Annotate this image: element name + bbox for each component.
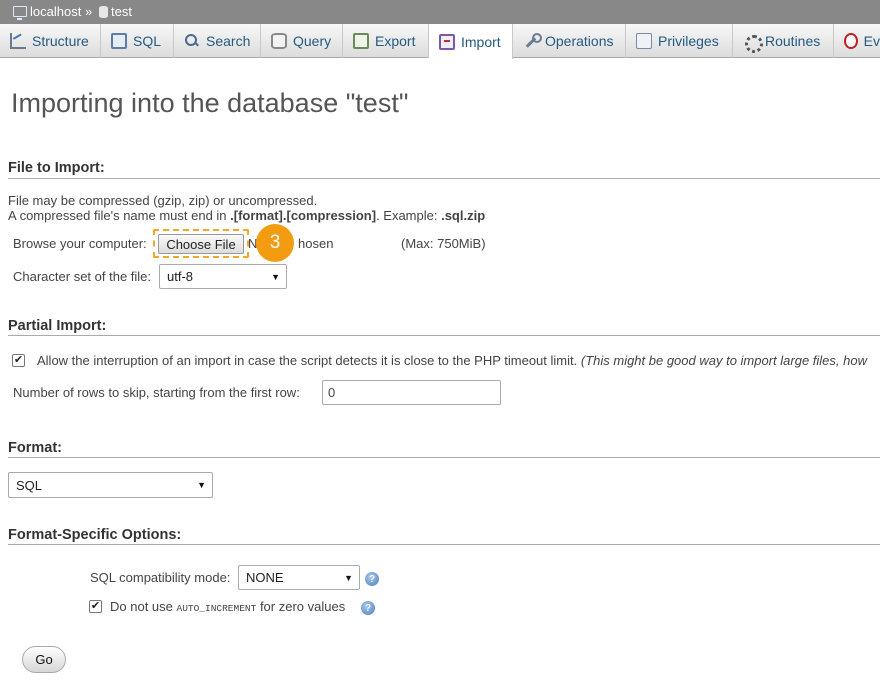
- structure-icon: [10, 33, 26, 49]
- tab-structure[interactable]: Structure: [0, 24, 101, 58]
- allow-interrupt-note: (This might be good way to import large …: [580, 353, 867, 368]
- database-icon: [99, 5, 108, 18]
- tab-export[interactable]: Export: [343, 24, 429, 58]
- filename-note-mid: . Example:: [376, 208, 442, 223]
- tab-label[interactable]: Operations: [545, 33, 613, 49]
- tab-label[interactable]: Query: [293, 33, 331, 49]
- choose-file-highlight: Choose File: [153, 229, 249, 258]
- tab-label[interactable]: Structure: [32, 33, 89, 49]
- format-value: SQL: [16, 477, 43, 493]
- breadcrumb-server[interactable]: localhost: [13, 4, 81, 20]
- section-divider: [8, 178, 880, 179]
- tab-routines[interactable]: Routines: [733, 24, 834, 58]
- filename-format: .[format].[compression]: [230, 208, 377, 223]
- format-select[interactable]: SQL ▼: [8, 472, 213, 498]
- server-icon: [13, 6, 27, 20]
- import-icon: [439, 33, 455, 50]
- breadcrumb-database[interactable]: test: [99, 4, 132, 19]
- routines-icon: [743, 33, 763, 53]
- filename-note: A compressed file's name must end in .[f…: [8, 208, 485, 223]
- chevron-down-icon: ▼: [197, 480, 206, 490]
- tab-label[interactable]: Search: [206, 33, 250, 49]
- tab-events[interactable]: Ev: [834, 24, 880, 58]
- tab-label[interactable]: SQL: [133, 33, 161, 49]
- help-icon[interactable]: ?: [361, 601, 375, 615]
- compression-note: File may be compressed (gzip, zip) or un…: [8, 193, 318, 208]
- compat-value: NONE: [246, 570, 284, 585]
- browse-label: Browse your computer:: [13, 236, 147, 251]
- tab-label[interactable]: Import: [461, 34, 501, 50]
- tab-operations[interactable]: Operations: [513, 24, 626, 58]
- auto-increment-code: AUTO_INCREMENT: [176, 603, 257, 614]
- allow-interrupt-text: Allow the interruption of an import in c…: [37, 353, 867, 368]
- allow-interrupt-label[interactable]: Allow the interruption of an import in c…: [37, 353, 577, 368]
- skip-rows-input[interactable]: [322, 380, 501, 405]
- breadcrumb-database-label[interactable]: test: [111, 4, 132, 19]
- tab-sql[interactable]: SQL: [101, 24, 174, 58]
- export-icon: [353, 33, 369, 49]
- page-title: Importing into the database "test": [11, 88, 409, 118]
- format-section-title: Format:: [8, 440, 62, 456]
- breadcrumb-server-label[interactable]: localhost: [30, 4, 81, 19]
- no-auto-increment-suffix[interactable]: for zero values: [256, 599, 345, 614]
- tab-label[interactable]: Privileges: [658, 33, 719, 49]
- breadcrumb-separator: »: [85, 4, 93, 19]
- compat-select[interactable]: NONE ▼: [238, 565, 360, 590]
- no-file-status: hosen: [298, 236, 334, 251]
- compat-label: SQL compatibility mode:: [90, 570, 231, 585]
- tab-import[interactable]: Import: [429, 24, 513, 59]
- query-icon: [271, 33, 287, 49]
- privileges-icon: [636, 33, 652, 49]
- no-auto-increment-text: Do not use AUTO_INCREMENT for zero value…: [110, 599, 345, 614]
- tab-search[interactable]: Search: [174, 24, 261, 58]
- chevron-down-icon: ▼: [344, 572, 353, 583]
- charset-value: utf-8: [167, 269, 194, 284]
- tab-bar: Structure SQL Search Query Export Import…: [0, 24, 880, 59]
- charset-label: Character set of the file:: [13, 269, 152, 284]
- sql-icon: [111, 33, 127, 49]
- filename-example: .sql.zip: [441, 208, 486, 223]
- allow-interrupt-checkbox[interactable]: ✔: [12, 354, 25, 367]
- tab-label[interactable]: Ev: [864, 33, 880, 49]
- operations-icon: [523, 33, 542, 49]
- section-divider: [8, 544, 880, 545]
- tab-label[interactable]: Export: [375, 33, 415, 49]
- breadcrumb: localhost » test: [0, 0, 880, 24]
- section-divider: [8, 457, 880, 458]
- skip-rows-label: Number of rows to skip, starting from th…: [13, 385, 300, 400]
- options-section-title: Format-Specific Options:: [8, 527, 182, 543]
- choose-file-button[interactable]: Choose File: [158, 234, 244, 254]
- chevron-down-icon: ▼: [271, 271, 280, 282]
- no-auto-increment-prefix[interactable]: Do not use: [110, 599, 177, 614]
- max-size: (Max: 750MiB): [401, 236, 486, 251]
- section-divider: [8, 335, 880, 336]
- help-icon[interactable]: ?: [365, 572, 379, 586]
- tab-query[interactable]: Query: [261, 24, 343, 58]
- tab-label[interactable]: Routines: [765, 33, 820, 49]
- no-auto-increment-checkbox[interactable]: ✔: [89, 600, 102, 613]
- filename-note-prefix: A compressed file's name must end in: [8, 208, 231, 223]
- tab-privileges[interactable]: Privileges: [626, 24, 733, 58]
- file-section-title: File to Import:: [8, 160, 105, 176]
- step-badge: 3: [256, 224, 294, 262]
- search-icon: [184, 33, 200, 49]
- partial-section-title: Partial Import:: [8, 318, 107, 334]
- charset-select[interactable]: utf-8 ▼: [159, 264, 287, 289]
- events-icon: [844, 33, 858, 49]
- go-button[interactable]: Go: [22, 646, 66, 673]
